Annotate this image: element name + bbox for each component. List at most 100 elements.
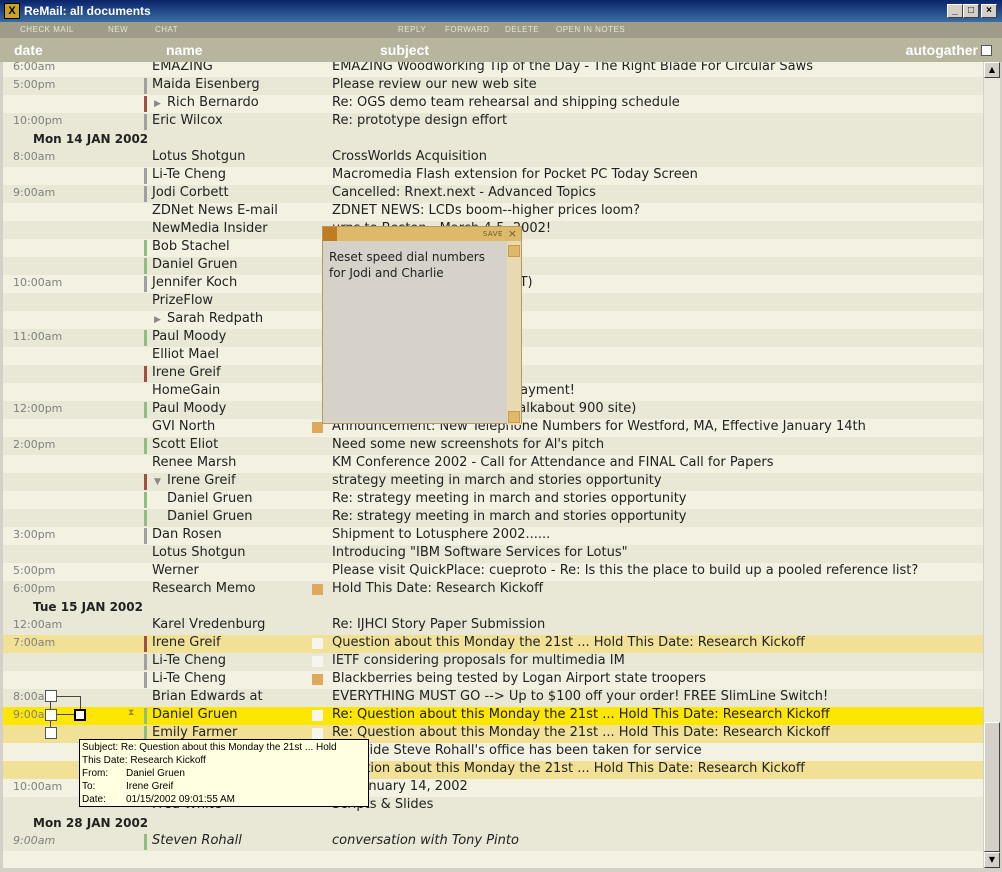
note-close-icon[interactable]: × xyxy=(508,227,517,240)
sender-color-bar xyxy=(144,330,147,346)
reply-button[interactable]: REPLY xyxy=(398,25,426,34)
name-column-header[interactable]: name xyxy=(166,42,203,58)
message-row[interactable]: Daniel Gruen Re: strategy meeting in marc… xyxy=(3,509,983,527)
message-row[interactable]: ZDNet News E-mail ZDNET NEWS: LCDs boom--… xyxy=(3,203,983,221)
app-icon[interactable]: X xyxy=(4,3,20,19)
note-text[interactable]: Reset speed dial numbers for Jodi and Ch… xyxy=(329,249,501,281)
message-sender: Paul Moody xyxy=(152,329,227,344)
message-time: 10:00am xyxy=(13,276,63,289)
sender-color-bar xyxy=(144,708,147,724)
delete-button[interactable]: DELETE xyxy=(505,25,539,34)
message-time: 10:00am xyxy=(13,780,63,793)
open-in-notes-button[interactable]: OPEN IN NOTES xyxy=(556,25,625,34)
close-button[interactable]: × xyxy=(981,4,997,18)
message-row[interactable]: 6:00am EMAZING EMAZING Woodworking Tip of … xyxy=(3,62,983,77)
message-row[interactable]: 5:00pm Maida Eisenberg Please review our n… xyxy=(3,77,983,95)
message-row[interactable]: 9:00am Jodi Corbett Cancelled: Rnext.next … xyxy=(3,185,983,203)
message-row[interactable]: Renee Marsh KM Conference 2002 - Call for… xyxy=(3,455,983,473)
message-subject: Re: Question about this Monday the 21st … xyxy=(332,707,830,722)
message-sender: Scott Eliot xyxy=(152,437,219,452)
thread-line xyxy=(56,696,80,697)
message-row[interactable]: 7:00am Irene Greif Question about this Mon… xyxy=(3,635,983,653)
unread-marker-icon[interactable] xyxy=(312,728,323,739)
vertical-scrollbar[interactable]: ▲ ▼ xyxy=(984,62,1000,868)
thread-node[interactable] xyxy=(45,727,57,739)
note-scrollbar[interactable] xyxy=(507,241,521,425)
message-subject: Need some new screenshots for Al's pitch xyxy=(332,437,605,452)
note-marker-icon[interactable] xyxy=(312,584,323,595)
message-row[interactable]: ▼ Irene Greif strategy meeting in march an… xyxy=(3,473,983,491)
date-column-header[interactable]: date xyxy=(14,42,43,58)
unread-marker-icon[interactable] xyxy=(312,656,323,667)
message-row[interactable]: 5:00pm Werner Please visit QuickPlace: cue… xyxy=(3,563,983,581)
note-marker-icon[interactable] xyxy=(312,674,323,685)
message-row[interactable]: 8:00a Brian Edwards at EVERYTHING MUST GO … xyxy=(3,689,983,707)
forward-button[interactable]: FORWARD xyxy=(445,25,489,34)
message-sender: Irene Greif xyxy=(152,365,221,380)
message-sender: Li-Te Cheng xyxy=(152,167,227,182)
message-sender: Rich Bernardo xyxy=(167,95,259,110)
message-sender: Daniel Gruen xyxy=(152,707,238,722)
unread-marker-icon[interactable] xyxy=(312,638,323,649)
message-row[interactable]: 2:00pm Scott Eliot Need some new screensho… xyxy=(3,437,983,455)
message-sender: Brian Edwards at xyxy=(152,689,263,704)
message-sender: Eric Wilcox xyxy=(152,113,223,128)
message-row[interactable]: Lotus Shotgun Introducing "IBM Software S… xyxy=(3,545,983,563)
message-row[interactable]: 9:00a Daniel Gruen Re: Question about this… xyxy=(3,707,983,725)
message-subject: r outside Steve Rohall's office has been… xyxy=(332,743,702,758)
date-header-label: Mon 28 JAN 2002 xyxy=(33,816,149,830)
thread-node[interactable] xyxy=(45,709,57,721)
message-subject: strategy meeting in march and stories op… xyxy=(332,473,662,488)
message-subject: Macromedia Flash extension for Pocket PC… xyxy=(332,167,698,182)
scroll-up-arrow-icon[interactable]: ▲ xyxy=(984,62,1000,78)
thread-collapsed-icon[interactable]: ▶ xyxy=(154,315,161,325)
message-subject: Question about this Monday the 21st ... … xyxy=(332,761,805,776)
sender-color-bar xyxy=(144,186,147,202)
message-row[interactable]: Li-Te Cheng Blackberries being tested by … xyxy=(3,671,983,689)
check-mail-button[interactable]: CHECK MAIL xyxy=(20,25,74,34)
message-row[interactable]: Li-Te Cheng Macromedia Flash extension fo… xyxy=(3,167,983,185)
scroll-down-arrow-icon[interactable]: ▼ xyxy=(984,852,1000,868)
tooltip-from-label: From: xyxy=(82,768,109,779)
message-subject: Question about this Monday the 21st ... … xyxy=(332,635,805,650)
minimize-button[interactable]: _ xyxy=(947,4,963,18)
tooltip-subject: Subject: Re: Question about this Monday … xyxy=(82,742,337,753)
message-time: 5:00pm xyxy=(13,564,56,577)
message-row[interactable]: 8:00am Lotus Shotgun CrossWorlds Acquisiti… xyxy=(3,149,983,167)
message-row[interactable]: ▶ Rich Bernardo Re: OGS demo team rehearsa… xyxy=(3,95,983,113)
message-time: 9:00a xyxy=(13,708,45,721)
message-sender: Dan Rosen xyxy=(152,527,222,542)
message-row[interactable]: 9:00am Steven Rohall conversation with Ton… xyxy=(3,833,983,851)
chat-button[interactable]: CHAT xyxy=(155,25,178,34)
scroll-thumb[interactable] xyxy=(984,722,1000,852)
message-row[interactable]: 12:00am Karel Vredenburg Re: IJHCI Story P… xyxy=(3,617,983,635)
message-time: 10:00pm xyxy=(13,114,63,127)
message-row[interactable]: Li-Te Cheng IETF considering proposals fo… xyxy=(3,653,983,671)
note-save-button[interactable]: SAVE xyxy=(483,230,503,238)
thread-node-selected[interactable] xyxy=(74,709,86,721)
message-row[interactable]: 3:00pm Dan Rosen Shipment to Lotusphere 20… xyxy=(3,527,983,545)
message-sender: Irene Greif xyxy=(152,635,221,650)
autogather-label: autogather xyxy=(905,42,978,58)
maximize-button[interactable]: □ xyxy=(963,4,979,18)
thread-expanded-icon[interactable]: ▼ xyxy=(154,477,161,487)
message-subject: Re: OGS demo team rehearsal and shipping… xyxy=(332,95,680,110)
message-subject: Re: IJHCI Story Paper Submission xyxy=(332,617,546,632)
thread-collapsed-icon[interactable]: ▶ xyxy=(154,99,161,109)
message-row[interactable]: 10:00pm Eric Wilcox Re: prototype design e… xyxy=(3,113,983,131)
message-row[interactable]: 6:00pm Research Memo Hold This Date: Resea… xyxy=(3,581,983,599)
new-button[interactable]: NEW xyxy=(108,25,128,34)
message-sender: Paul Moody xyxy=(152,401,227,416)
message-time: 11:00am xyxy=(13,330,63,343)
unread-marker-icon[interactable] xyxy=(312,710,323,721)
note-scroll-up-icon[interactable] xyxy=(508,245,520,257)
message-row[interactable]: Daniel Gruen Re: strategy meeting in marc… xyxy=(3,491,983,509)
message-subject: CrossWorlds Acquisition xyxy=(332,149,487,164)
message-sender: Maida Eisenberg xyxy=(152,77,260,92)
thread-line xyxy=(80,696,81,710)
note-scroll-down-icon[interactable] xyxy=(508,411,520,423)
thread-node[interactable] xyxy=(45,690,57,702)
subject-column-header[interactable]: subject xyxy=(380,42,429,58)
sticky-note[interactable]: SAVE × Reset speed dial numbers for Jodi… xyxy=(322,226,522,425)
autogather-checkbox[interactable] xyxy=(981,45,992,56)
